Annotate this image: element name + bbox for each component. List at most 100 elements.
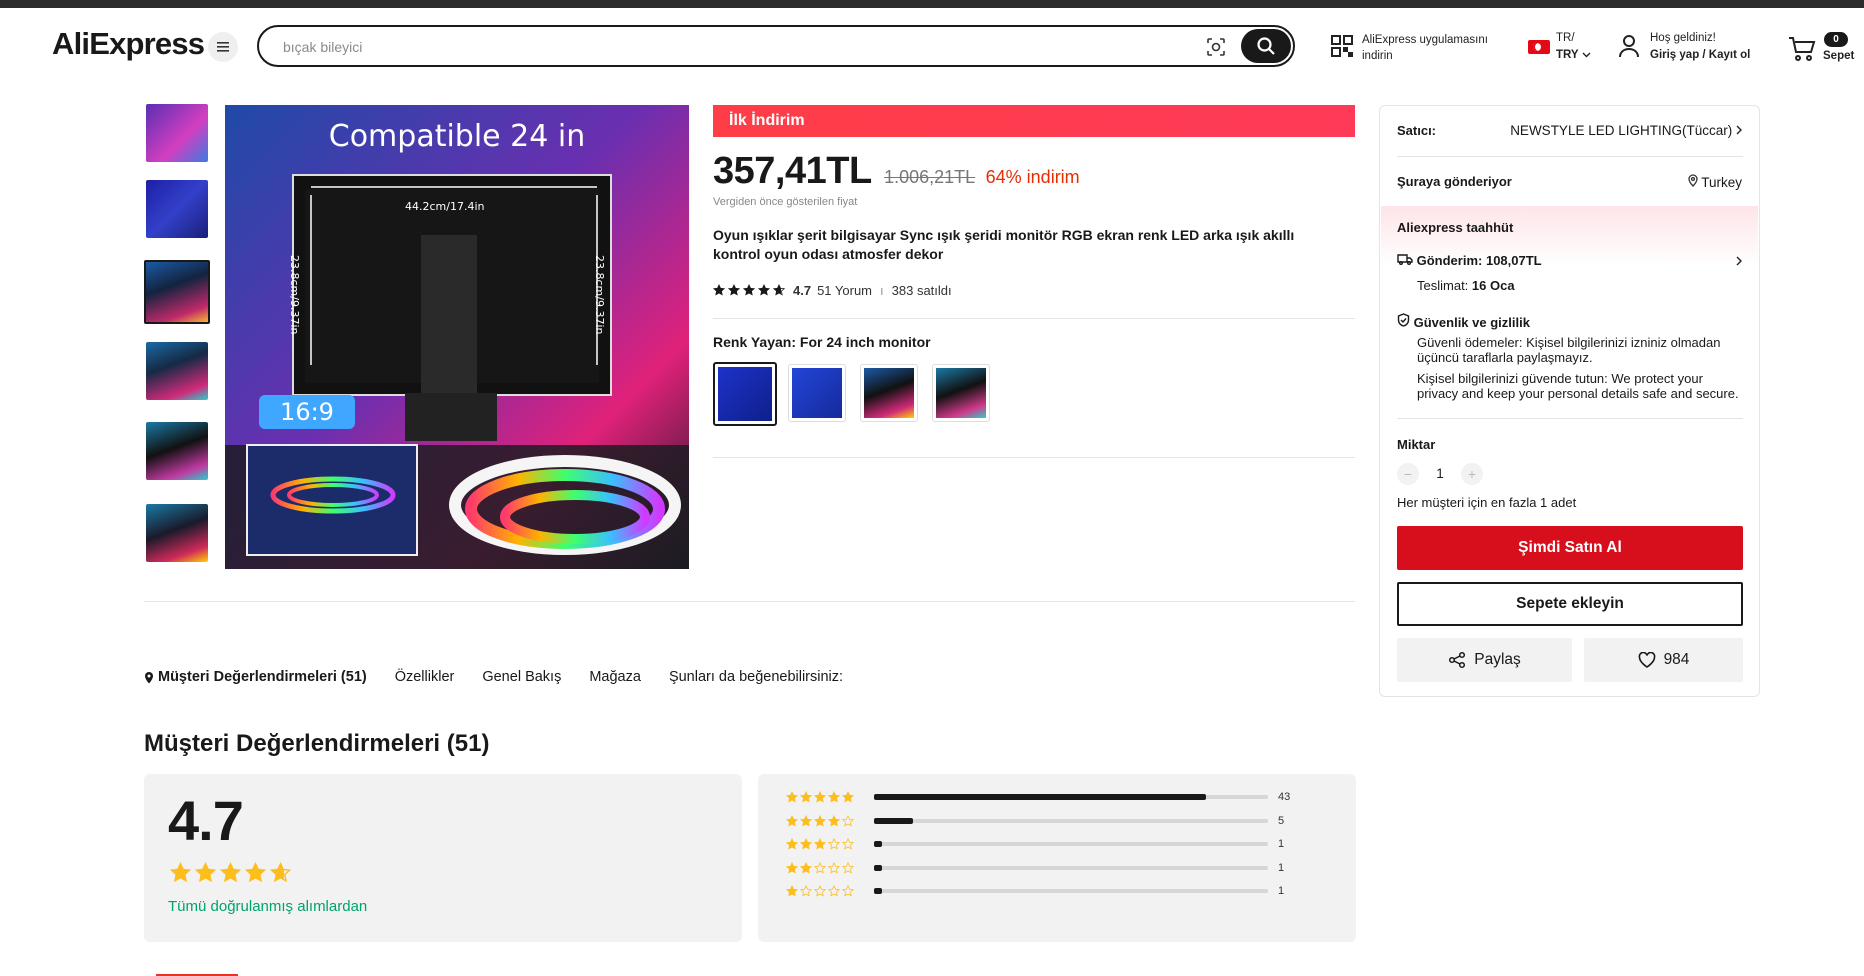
- add-to-cart-button[interactable]: Sepete ekleyin: [1397, 582, 1743, 626]
- star-icon: [842, 885, 854, 897]
- rating-bar-fill: [874, 888, 882, 894]
- login-link[interactable]: Giriş yap / Kayıt ol: [1650, 49, 1750, 61]
- star-icon: [728, 284, 740, 296]
- seller-link[interactable]: NEWSTYLE LED LIGHTING(Tüccar): [1510, 123, 1742, 138]
- tab-reviews[interactable]: Müşteri Değerlendirmeleri (51): [144, 669, 367, 685]
- chevron-right-icon: [1736, 256, 1742, 266]
- aliexpress-logo[interactable]: AliExpress: [52, 26, 205, 62]
- menu-button[interactable]: [208, 32, 238, 62]
- rating-bar-track: [874, 888, 1268, 894]
- hamburger-icon: [217, 42, 229, 52]
- image-caption: Compatible 24 in: [328, 119, 586, 154]
- color-swatch-3[interactable]: [860, 364, 918, 422]
- rating-bar-4-star[interactable]: 5: [786, 814, 1326, 828]
- tab-specifications[interactable]: Özellikler: [395, 669, 455, 685]
- thumbnail-1[interactable]: [146, 104, 208, 162]
- price-row: 357,41TL 1.006,21TL 64% indirim: [713, 150, 1353, 194]
- quantity-increase-button[interactable]: +: [1461, 463, 1483, 485]
- rating-bar-3-star[interactable]: 1: [786, 837, 1326, 851]
- wishlist-button[interactable]: 984: [1584, 638, 1743, 682]
- truck-icon: [1397, 254, 1413, 265]
- divider: [144, 601, 1355, 602]
- rating-bar-track: [874, 817, 1268, 824]
- thumbnail-2[interactable]: [146, 180, 208, 238]
- language-currency-selector[interactable]: TR/ TRY: [1528, 28, 1600, 64]
- rating-bar-track: [874, 841, 1268, 847]
- rating-bar-2-star[interactable]: 1: [786, 861, 1326, 875]
- search-button[interactable]: [1241, 29, 1291, 63]
- thumbnail-list: [144, 104, 210, 574]
- color-swatch-1[interactable]: [713, 362, 777, 426]
- rating-bar-1-star[interactable]: 1: [786, 884, 1326, 898]
- shipping-fee[interactable]: Gönderim: 108,07TL: [1397, 253, 1742, 268]
- rating-bar-count: 1: [1278, 885, 1285, 897]
- reviews-link[interactable]: 51 Yorum: [817, 283, 872, 298]
- divider: [713, 318, 1355, 319]
- share-button[interactable]: Paylaş: [1397, 638, 1572, 682]
- discount-percent: 64% indirim: [985, 167, 1080, 187]
- star-icon: [270, 862, 291, 883]
- star-icon: [786, 791, 798, 803]
- rating-overview: 4.7 Tümü doğrulanmış alımlardan: [144, 774, 742, 942]
- turkey-flag-icon: [1528, 40, 1550, 54]
- star-icon: [220, 862, 241, 883]
- search-input[interactable]: [283, 37, 1183, 57]
- color-swatch-2[interactable]: [788, 364, 846, 422]
- rating-bar-count: 1: [1278, 861, 1285, 874]
- security-title: Güvenlik ve gizlilik: [1397, 313, 1742, 330]
- rating-bar-fill: [874, 864, 882, 871]
- quantity-value[interactable]: 1: [1419, 466, 1461, 481]
- thumbnail-4[interactable]: [146, 342, 208, 400]
- current-price: 357,41TL: [713, 150, 872, 192]
- image-search-button[interactable]: [1204, 35, 1228, 59]
- rating-bar-5-star[interactable]: 43: [786, 790, 1326, 804]
- average-rating: 4.7: [168, 789, 244, 852]
- product-title: Oyun ışıklar şerit bilgisayar Sync ışık …: [713, 227, 1295, 262]
- security-note-payments: Güvenli ödemeler: Kişisel bilgilerinizi …: [1417, 335, 1721, 365]
- rating-bar-stars: [786, 861, 870, 874]
- user-icon: [1619, 35, 1639, 58]
- rating-summary: 4.7 51 Yorum ı 383 satıldı: [713, 281, 952, 299]
- main-product-image[interactable]: Compatible 24 in 44.2cm/17.4in 23.8cm/9.…: [225, 105, 689, 569]
- divider: [713, 457, 1355, 458]
- cart-count-badge: 0: [1824, 32, 1848, 47]
- star-icon: [800, 861, 812, 873]
- app-download[interactable]: AliExpress uygulamasını indirin: [1330, 28, 1510, 64]
- security-note-privacy: Kişisel bilgilerinizi güvende tutun: We …: [1417, 371, 1739, 401]
- rating-distribution: 43 5 1 1 1: [758, 774, 1356, 942]
- rating-bar-track: [874, 794, 1268, 800]
- tab-overview[interactable]: Genel Bakış: [482, 669, 561, 685]
- buy-now-button[interactable]: Şimdi Satın Al: [1397, 526, 1743, 570]
- color-swatch-4[interactable]: [932, 364, 990, 422]
- aspect-ratio-badge: 16:9: [259, 395, 355, 429]
- tab-recommendations[interactable]: Şunları da beğenebilirsiniz:: [669, 669, 843, 685]
- delivery-date: Teslimat: 16 Oca: [1417, 278, 1515, 293]
- thumbnail-6[interactable]: [146, 504, 208, 562]
- star-icon: [245, 862, 266, 883]
- top-strip: [0, 0, 1864, 8]
- promo-label: İlk İndirim: [729, 112, 805, 129]
- rating-bar-count: 43: [1278, 791, 1291, 803]
- cart-icon: [1789, 37, 1816, 61]
- rating-stars: [713, 284, 785, 296]
- quantity-decrease-button[interactable]: −: [1397, 463, 1419, 485]
- star-icon: [786, 814, 798, 826]
- chevron-down-icon: [1582, 52, 1591, 58]
- reviews-heading: Müşteri Değerlendirmeleri (51): [144, 730, 490, 757]
- star-icon: [814, 838, 826, 850]
- thumbnail-3[interactable]: [144, 260, 210, 324]
- star-icon: [842, 838, 854, 850]
- star-icon: [828, 838, 840, 850]
- account-menu[interactable]: Hoş geldiniz! Giriş yap / Kayıt ol: [1618, 28, 1758, 64]
- price-note: Vergiden önce gösterilen fiyat: [713, 196, 858, 208]
- header: AliExpress AliExpress uygulamasını indir…: [0, 8, 1864, 84]
- star-icon: [814, 814, 826, 826]
- rating-bar-count: 1: [1278, 838, 1285, 850]
- ship-destination[interactable]: Turkey: [1688, 174, 1742, 190]
- rating-bar-stars: [786, 791, 870, 803]
- thumbnail-5[interactable]: [146, 422, 208, 480]
- promise-title: Aliexpress taahhüt: [1397, 220, 1514, 235]
- star-icon: [814, 791, 826, 803]
- cart-button[interactable]: 0 Sepet: [1788, 28, 1858, 68]
- tab-store[interactable]: Mağaza: [589, 669, 641, 685]
